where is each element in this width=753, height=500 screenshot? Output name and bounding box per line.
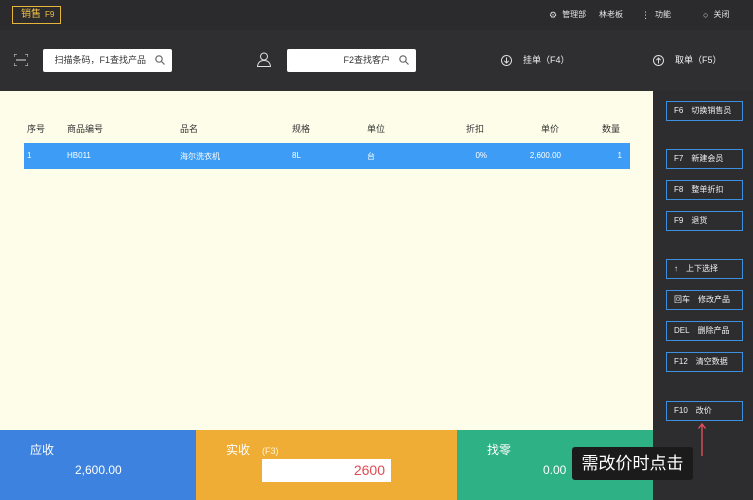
search-icon[interactable] bbox=[399, 55, 409, 65]
sales-mode-label: 销售 bbox=[21, 9, 41, 20]
gear-icon: ⚙ bbox=[549, 10, 558, 20]
top-bar: 销售 F9 ⚙ 管理部 林老板 ⋮ 功能 ○ 关闭 bbox=[0, 0, 753, 30]
user-name-label: 林老板 bbox=[599, 10, 623, 19]
switch-salesperson-button[interactable]: F6 切换销售员 bbox=[666, 101, 743, 121]
customer-search-placeholder: F2查找客户 bbox=[343, 55, 390, 65]
shortcut-key: F12 bbox=[674, 357, 688, 366]
close-button[interactable]: ○ 关闭 bbox=[703, 9, 729, 21]
shortcut-key: 回车 bbox=[674, 295, 690, 304]
column-header-qty: 数量 bbox=[602, 124, 621, 134]
column-header-name: 品名 bbox=[180, 124, 199, 134]
cell-code: HB011 bbox=[67, 151, 91, 160]
up-down-select-button[interactable]: ↑ 上下选择 bbox=[666, 259, 743, 279]
search-icon[interactable] bbox=[155, 55, 165, 65]
shortcut-label: 改价 bbox=[695, 406, 712, 415]
column-header-spec: 规格 bbox=[292, 124, 311, 134]
customer-search-input[interactable]: F2查找客户 bbox=[287, 49, 416, 72]
column-header-price: 单价 bbox=[541, 124, 560, 134]
return-goods-button[interactable]: F9 退货 bbox=[666, 211, 743, 231]
shortcut-key: DEL bbox=[674, 326, 690, 335]
arrow-up-icon bbox=[697, 422, 707, 456]
change-price-hint-tooltip: 需改价时点击 bbox=[572, 447, 693, 480]
shortcut-key: F7 bbox=[674, 154, 684, 163]
power-icon: ○ bbox=[703, 10, 709, 20]
receivable-panel: 应收 2,600.00 bbox=[0, 430, 196, 500]
cell-price: 2,600.00 bbox=[529, 151, 561, 160]
shortcut-label: 新建会员 bbox=[691, 154, 724, 163]
fetch-order-label: 取单（F5） bbox=[675, 55, 722, 65]
column-header-index: 序号 bbox=[27, 124, 46, 134]
paid-label-group: 实收 (F3) bbox=[226, 441, 279, 458]
cell-name: 海尔洗衣机 bbox=[180, 152, 220, 161]
arrow-down-circle-icon bbox=[501, 54, 512, 66]
sales-mode-key: F9 bbox=[45, 10, 55, 19]
fetch-order-button[interactable]: 取单（F5） bbox=[653, 54, 722, 66]
product-search-input[interactable]: 扫描条码，F1查找产品 bbox=[43, 49, 172, 72]
shortcut-label: 切换销售员 bbox=[691, 106, 732, 115]
change-value: 0.00 bbox=[543, 463, 567, 477]
functions-label: 功能 bbox=[655, 10, 671, 19]
column-header-code: 商品编号 bbox=[67, 124, 104, 134]
hold-order-label: 挂单（F4） bbox=[523, 55, 570, 65]
shortcut-label: 整单折扣 bbox=[691, 185, 724, 194]
shortcut-label: 修改产品 bbox=[698, 295, 730, 304]
table-row[interactable]: 1 HB011 海尔洗衣机 8L 台 0% 2,600.00 1 bbox=[24, 143, 630, 169]
shortcut-key: F8 bbox=[674, 185, 684, 194]
functions-menu[interactable]: ⋮ 功能 bbox=[641, 9, 671, 21]
shortcut-key: F6 bbox=[674, 106, 684, 115]
clear-data-button[interactable]: F12 清空数据 bbox=[666, 352, 743, 372]
cell-qty: 1 bbox=[617, 151, 622, 160]
cell-unit: 台 bbox=[367, 152, 375, 161]
receivable-label: 应收 bbox=[30, 443, 55, 457]
cell-spec: 8L bbox=[292, 151, 301, 160]
more-vertical-icon: ⋮ bbox=[641, 10, 650, 20]
scan-icon[interactable] bbox=[14, 54, 28, 66]
admin-menu[interactable]: ⚙ 管理部 bbox=[549, 9, 586, 21]
paid-amount-input[interactable]: 2600 bbox=[262, 459, 391, 482]
shortcut-key: F9 bbox=[674, 216, 684, 225]
new-member-button[interactable]: F7 新建会员 bbox=[666, 149, 743, 169]
receivable-value: 2,600.00 bbox=[75, 463, 122, 477]
shortcut-label: 上下选择 bbox=[686, 264, 718, 273]
close-label: 关闭 bbox=[713, 10, 730, 19]
customer-icon[interactable] bbox=[257, 52, 271, 67]
shortcut-key: F10 bbox=[674, 406, 688, 415]
paid-shortcut-key: (F3) bbox=[262, 446, 279, 456]
paid-panel: 实收 (F3) 2600 bbox=[196, 430, 457, 500]
shortcut-label: 清空数据 bbox=[695, 357, 728, 366]
shortcut-label: 删除产品 bbox=[697, 326, 730, 335]
cell-discount: 0% bbox=[475, 151, 487, 160]
change-label: 找零 bbox=[487, 443, 512, 457]
column-header-unit: 单位 bbox=[367, 124, 386, 134]
delete-product-button[interactable]: DEL 删除产品 bbox=[666, 321, 743, 341]
sales-mode-badge[interactable]: 销售 F9 bbox=[12, 6, 61, 24]
shortcut-key: ↑ bbox=[674, 264, 678, 273]
hold-order-button[interactable]: 挂单（F4） bbox=[501, 54, 570, 66]
arrow-up-circle-icon bbox=[653, 54, 664, 66]
sales-table: 序号 商品编号 品名 规格 单位 折扣 单价 数量 1 HB011 海尔洗衣机 … bbox=[0, 91, 653, 430]
product-search-placeholder: 扫描条码，F1查找产品 bbox=[54, 55, 146, 65]
change-price-button[interactable]: F10 改价 bbox=[666, 401, 743, 421]
admin-label: 管理部 bbox=[562, 10, 587, 19]
edit-product-button[interactable]: 回车 修改产品 bbox=[666, 290, 743, 310]
cell-index: 1 bbox=[27, 151, 32, 160]
paid-label: 实收 bbox=[226, 443, 251, 457]
order-discount-button[interactable]: F8 整单折扣 bbox=[666, 180, 743, 200]
column-header-discount: 折扣 bbox=[466, 124, 485, 134]
shortcut-label: 退货 bbox=[691, 216, 708, 225]
user-name: 林老板 bbox=[599, 9, 623, 21]
